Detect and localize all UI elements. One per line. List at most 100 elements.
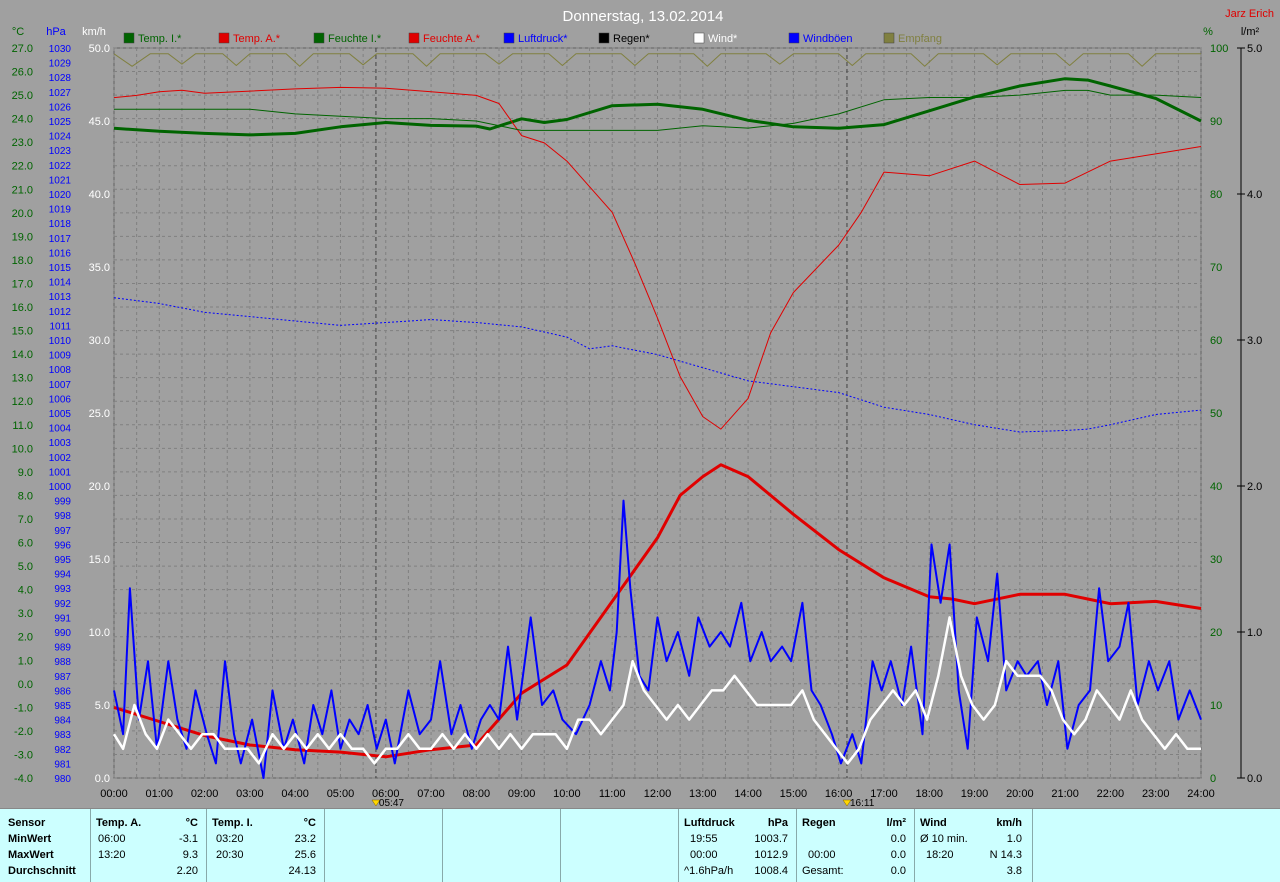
pressure-tick-label: 1013: [49, 292, 72, 303]
stats-col-empty-2: [442, 809, 561, 882]
legend: Temp. I.* Temp. A.* Feuchte I.* Feuchte A.*…: [123, 32, 942, 45]
pressure-tick-label: 1001: [49, 467, 72, 478]
rain-tick-label: 2.0: [1247, 481, 1262, 493]
legend-swatch: [408, 32, 420, 44]
humidity-tick-label: 40: [1210, 481, 1222, 493]
temp-tick-label: 6.0: [18, 538, 33, 550]
legend-swatch: [503, 32, 515, 44]
pressure-tick-label: 1007: [49, 380, 72, 391]
temp-tick-label: 27.0: [12, 43, 33, 55]
row-label-max: MaxWert: [8, 849, 54, 861]
temp-i-min: 23.2: [294, 833, 316, 845]
x-tick-label: 10:00: [553, 788, 581, 800]
humidity-tick-label: 70: [1210, 262, 1222, 274]
rain-max: 0.0: [890, 849, 906, 861]
rain-tick-label: 4.0: [1247, 189, 1262, 201]
pressure-unit: hPa: [767, 817, 788, 829]
wind-max: N 14.3: [989, 849, 1022, 861]
legend-label: Luftdruck*: [518, 33, 568, 45]
x-tick-label: 01:00: [146, 788, 174, 800]
temp-a-max: 9.3: [182, 849, 198, 861]
pressure-tick-label: 1024: [49, 132, 72, 143]
pressure-trend: ^1.6hPa/h: [684, 865, 734, 877]
legend-label: Empfang: [898, 33, 942, 45]
statistics-panel: Sensor MinWert MaxWert Durchschnitt Temp…: [0, 808, 1280, 882]
temp-a-avg: 2.20: [176, 865, 198, 877]
pressure-tick-label: 1020: [49, 190, 72, 201]
wind-tick-label: 50.0: [89, 43, 110, 55]
pressure-max-time: 00:00: [690, 849, 718, 861]
x-tick-label: 13:00: [689, 788, 717, 800]
legend-swatch: [313, 32, 325, 44]
pressure-tick-label: 1030: [49, 44, 72, 55]
temp-i-max: 25.6: [294, 849, 316, 861]
temp-tick-label: 1.0: [18, 655, 33, 667]
pressure-tick-label: 1023: [49, 146, 72, 157]
rain-unit: l/m²: [886, 817, 906, 829]
humidity-tick-label: 100: [1210, 43, 1228, 55]
wind-tick-label: 25.0: [89, 408, 110, 420]
legend-swatch: [123, 32, 135, 44]
pressure-tick-label: 986: [54, 686, 71, 697]
pressure-tick-label: 1021: [49, 175, 72, 186]
wind-tick-label: 35.0: [89, 262, 110, 274]
x-tick-label: 23:00: [1142, 788, 1170, 800]
rain-axis-unit: l/m²: [1241, 26, 1260, 38]
temp-tick-label: 21.0: [12, 184, 33, 196]
pressure-tick-label: 1029: [49, 59, 72, 70]
pressure-tick-label: 983: [54, 730, 71, 741]
stats-col-empty-1: [324, 809, 443, 882]
rain-total: 0.0: [890, 865, 906, 877]
stats-col-temp-i: Temp. I. °C 03:20 23.2 20:30 25.6 24.13: [206, 809, 325, 882]
humidity-tick-label: 10: [1210, 700, 1222, 712]
x-tick-label: 15:00: [780, 788, 808, 800]
temp-tick-label: 8.0: [18, 490, 33, 502]
stats-col-wind: Wind km/h Ø 10 min. 1.0 18:20 N 14.3 3.8: [914, 809, 1033, 882]
pressure-tick-label: 1003: [49, 438, 72, 449]
rain-tick-label: 0.0: [1247, 773, 1262, 785]
temp-tick-label: 11.0: [12, 420, 33, 432]
humidity-tick-label: 20: [1210, 627, 1222, 639]
pressure-tick-label: 1000: [49, 482, 72, 493]
pressure-tick-label: 1010: [49, 336, 72, 347]
temp-a-header: Temp. A.: [96, 817, 142, 829]
legend-swatch: [693, 32, 705, 44]
rain-min: 0.0: [890, 833, 906, 845]
temp-tick-label: 16.0: [12, 302, 33, 314]
humidity-tick-label: 0: [1210, 773, 1216, 785]
pressure-tick-label: 1011: [49, 321, 71, 332]
temp-tick-label: 3.0: [18, 608, 33, 620]
wind-tick-label: 0.0: [95, 773, 110, 785]
pressure-tick-label: 994: [54, 570, 71, 581]
legend-label: Temp. I.*: [138, 33, 182, 45]
chart-title: Donnerstag, 13.02.2014: [563, 8, 724, 25]
pressure-tick-label: 997: [54, 526, 71, 537]
temp-tick-label: 10.0: [12, 443, 33, 455]
legend-label: Regen*: [613, 33, 650, 45]
rain-tick-label: 3.0: [1247, 335, 1262, 347]
pressure-tick-label: 1012: [49, 307, 72, 318]
wind-tick-label: 45.0: [89, 116, 110, 128]
temp-tick-label: 14.0: [12, 349, 33, 361]
pressure-tick-label: 1006: [49, 394, 72, 405]
x-tick-label: 02:00: [191, 788, 219, 800]
humidity-tick-label: 60: [1210, 335, 1222, 347]
pressure-min: 1003.7: [754, 833, 788, 845]
wind-tick-label: 30.0: [89, 335, 110, 347]
row-label-avg: Durchschnitt: [8, 865, 76, 877]
pressure-tick-label: 980: [54, 774, 71, 785]
pressure-tick-label: 990: [54, 628, 71, 639]
stats-col-empty-3: [560, 809, 679, 882]
rain-max-time: 00:00: [808, 849, 836, 861]
x-tick-label: 16:00: [825, 788, 853, 800]
humidity-axis-unit: %: [1203, 26, 1213, 38]
wind-avg-label: Ø 10 min.: [920, 833, 968, 845]
x-tick-label: 14:00: [734, 788, 762, 800]
pressure-tick-label: 1028: [49, 73, 72, 84]
pressure-tick-label: 999: [54, 497, 71, 508]
x-tick-label: 20:00: [1006, 788, 1034, 800]
legend-swatch: [883, 32, 895, 44]
pressure-tick-label: 985: [54, 701, 71, 712]
temp-i-min-time: 03:20: [216, 833, 244, 845]
x-tick-label: 21:00: [1051, 788, 1079, 800]
